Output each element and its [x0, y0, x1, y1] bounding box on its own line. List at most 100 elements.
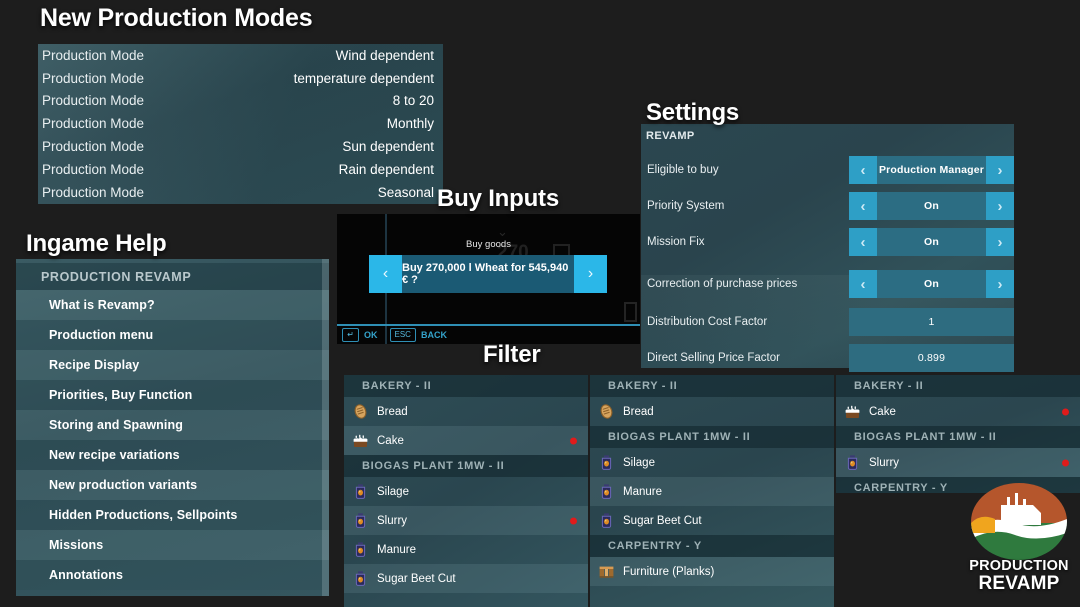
filter-list-item[interactable]: Manure	[344, 535, 588, 564]
filter-title: Filter	[483, 341, 540, 369]
help-item[interactable]: Annotations	[16, 560, 329, 590]
filter-list-item[interactable]: Bread	[344, 397, 588, 426]
ingame-help-title: Ingame Help	[26, 230, 167, 258]
chevron-left-icon[interactable]: ‹	[849, 156, 877, 184]
chevron-right-icon[interactable]: ›	[986, 156, 1014, 184]
setting-value[interactable]: 1	[849, 308, 1014, 336]
filter-item-label: Furniture (Planks)	[623, 566, 714, 578]
bread-icon	[352, 403, 369, 420]
production-mode-value: Wind dependent	[336, 48, 434, 63]
keycap-icon[interactable]: ↵	[342, 328, 359, 342]
cake-icon	[352, 432, 369, 449]
filter-group-header: BIOGAS PLANT 1MW - II	[836, 426, 1080, 448]
setting-row-mission-fix[interactable]: Mission Fix ‹On›	[641, 224, 1014, 260]
filter-item-label: Manure	[377, 544, 416, 556]
help-item[interactable]: Priorities, Buy Function	[16, 380, 329, 410]
setting-selector[interactable]: ‹On›	[849, 270, 1014, 298]
chevron-right-icon[interactable]: ›	[986, 192, 1014, 220]
chevron-right-icon[interactable]: ›	[986, 228, 1014, 256]
help-item[interactable]: Recipe Display	[16, 350, 329, 380]
chevron-right-icon[interactable]: ›	[574, 255, 607, 293]
filter-list-item[interactable]: Bread	[590, 397, 834, 426]
help-item-label: Storing and Spawning	[49, 418, 183, 432]
jar-icon	[352, 570, 369, 587]
filter-list-item[interactable]: Sugar Beet Cut	[590, 506, 834, 535]
chevron-right-icon[interactable]: ›	[986, 270, 1014, 298]
chevron-left-icon[interactable]: ‹	[849, 270, 877, 298]
setting-value-field[interactable]: 1	[849, 308, 1014, 336]
help-item[interactable]: New production variants	[16, 470, 329, 500]
filter-list-item[interactable]: Silage	[344, 477, 588, 506]
help-item[interactable]: What is Revamp?	[16, 290, 329, 320]
filter-item-label: Slurry	[377, 515, 407, 527]
setting-value[interactable]: On	[877, 228, 986, 256]
buy-goods-value[interactable]: Buy 270,000 l Wheat for 545,940 € ?	[402, 255, 574, 293]
filter-list-item[interactable]: Cake	[836, 397, 1080, 426]
help-item[interactable]: Hidden Productions, Sellpoints	[16, 500, 329, 530]
filter-list-item[interactable]: Slurry	[836, 448, 1080, 477]
setting-selector[interactable]: ‹On›	[849, 192, 1014, 220]
setting-value[interactable]: Production Manager	[877, 156, 986, 184]
setting-row-priority-system[interactable]: Priority System‹On›	[641, 188, 1014, 224]
buy-goods-selector[interactable]: ‹ Buy 270,000 l Wheat for 545,940 € ? ›	[369, 255, 607, 293]
filter-list-item[interactable]: Furniture (Planks)	[590, 557, 834, 586]
chevron-left-icon[interactable]: ‹	[849, 192, 877, 220]
help-item-label: Priorities, Buy Function	[49, 388, 192, 402]
ingame-help-panel: PRODUCTION REVAMP What is Revamp?Product…	[16, 259, 329, 596]
setting-row-correction-of-purchase-prices[interactable]: Correction of purchase prices‹On›	[641, 266, 1014, 302]
filter-list-item[interactable]: Slurry	[344, 506, 588, 535]
jar-icon	[598, 454, 615, 471]
production-mode-row: Production Mode8 to 20	[38, 90, 443, 113]
filter-item-label: Silage	[623, 457, 655, 469]
status-dot-icon	[570, 517, 577, 524]
help-item-label: Annotations	[49, 568, 123, 582]
production-mode-row: Production ModeSun dependent	[38, 135, 443, 158]
help-item[interactable]: Production menu	[16, 320, 329, 350]
setting-selector[interactable]: ‹Production Manager›	[849, 156, 1014, 184]
production-mode-row: Production ModeWind dependent	[38, 44, 443, 67]
setting-row-distribution-cost-factor[interactable]: Distribution Cost Factor1	[641, 304, 1014, 340]
setting-selector[interactable]: ‹On›	[849, 228, 1014, 256]
ghost-chevron-icon: ⌄	[497, 224, 508, 240]
filter-list-item[interactable]: Cake	[344, 426, 588, 455]
filter-item-label: Silage	[377, 486, 409, 498]
help-item-label: New production variants	[49, 478, 197, 492]
setting-row-direct-selling-price-factor[interactable]: Direct Selling Price Factor0.899	[641, 340, 1014, 376]
production-modes-panel: Production ModeWind dependentProduction …	[38, 44, 443, 204]
setting-value-field[interactable]: 0.899	[849, 344, 1014, 372]
dialog-key-hints: ↵OKESCBACK	[342, 326, 459, 344]
help-item-label: Missions	[49, 538, 103, 552]
jar-icon	[844, 454, 861, 471]
chevron-left-icon[interactable]: ‹	[369, 255, 402, 293]
production-mode-label: Production Mode	[42, 162, 144, 177]
production-mode-label: Production Mode	[42, 93, 144, 108]
filter-group-header: BAKERY - II	[836, 375, 1080, 397]
help-item[interactable]: Storing and Spawning	[16, 410, 329, 440]
setting-value[interactable]: On	[877, 192, 986, 220]
production-modes-rows: Production ModeWind dependentProduction …	[38, 44, 443, 204]
chevron-left-icon[interactable]: ‹	[849, 228, 877, 256]
ghost-box2-icon	[624, 302, 637, 322]
filter-item-label: Bread	[377, 406, 408, 418]
setting-label: Mission Fix	[647, 236, 705, 248]
setting-value[interactable]: On	[877, 270, 986, 298]
help-item[interactable]: Missions	[16, 530, 329, 560]
help-item[interactable]: New recipe variations	[16, 440, 329, 470]
setting-value[interactable]: 0.899	[849, 344, 1014, 372]
setting-label: Eligible to buy	[647, 164, 719, 176]
filter-list-item[interactable]: Manure	[590, 477, 834, 506]
filter-list-item[interactable]: Silage	[590, 448, 834, 477]
filter-item-label: Sugar Beet Cut	[623, 515, 702, 527]
filter-column-3: BAKERY - IICakeBIOGAS PLANT 1MW - IISlur…	[836, 375, 1080, 493]
keycap-icon[interactable]: ESC	[390, 328, 416, 342]
production-mode-value: temperature dependent	[294, 71, 434, 86]
filter-list-item[interactable]: Sugar Beet Cut	[344, 564, 588, 593]
filter-group-header: BAKERY - II	[590, 375, 834, 397]
help-group-header: PRODUCTION REVAMP	[16, 263, 329, 290]
furniture-icon	[598, 563, 615, 580]
production-mode-value: Monthly	[387, 116, 434, 131]
setting-row-eligible-to-buy[interactable]: Eligible to buy ‹Production Manager›	[641, 152, 1014, 188]
filter-item-label: Manure	[623, 486, 662, 498]
key-hint-label: BACK	[421, 330, 447, 340]
production-mode-row: Production ModeSeasonal	[38, 181, 443, 204]
